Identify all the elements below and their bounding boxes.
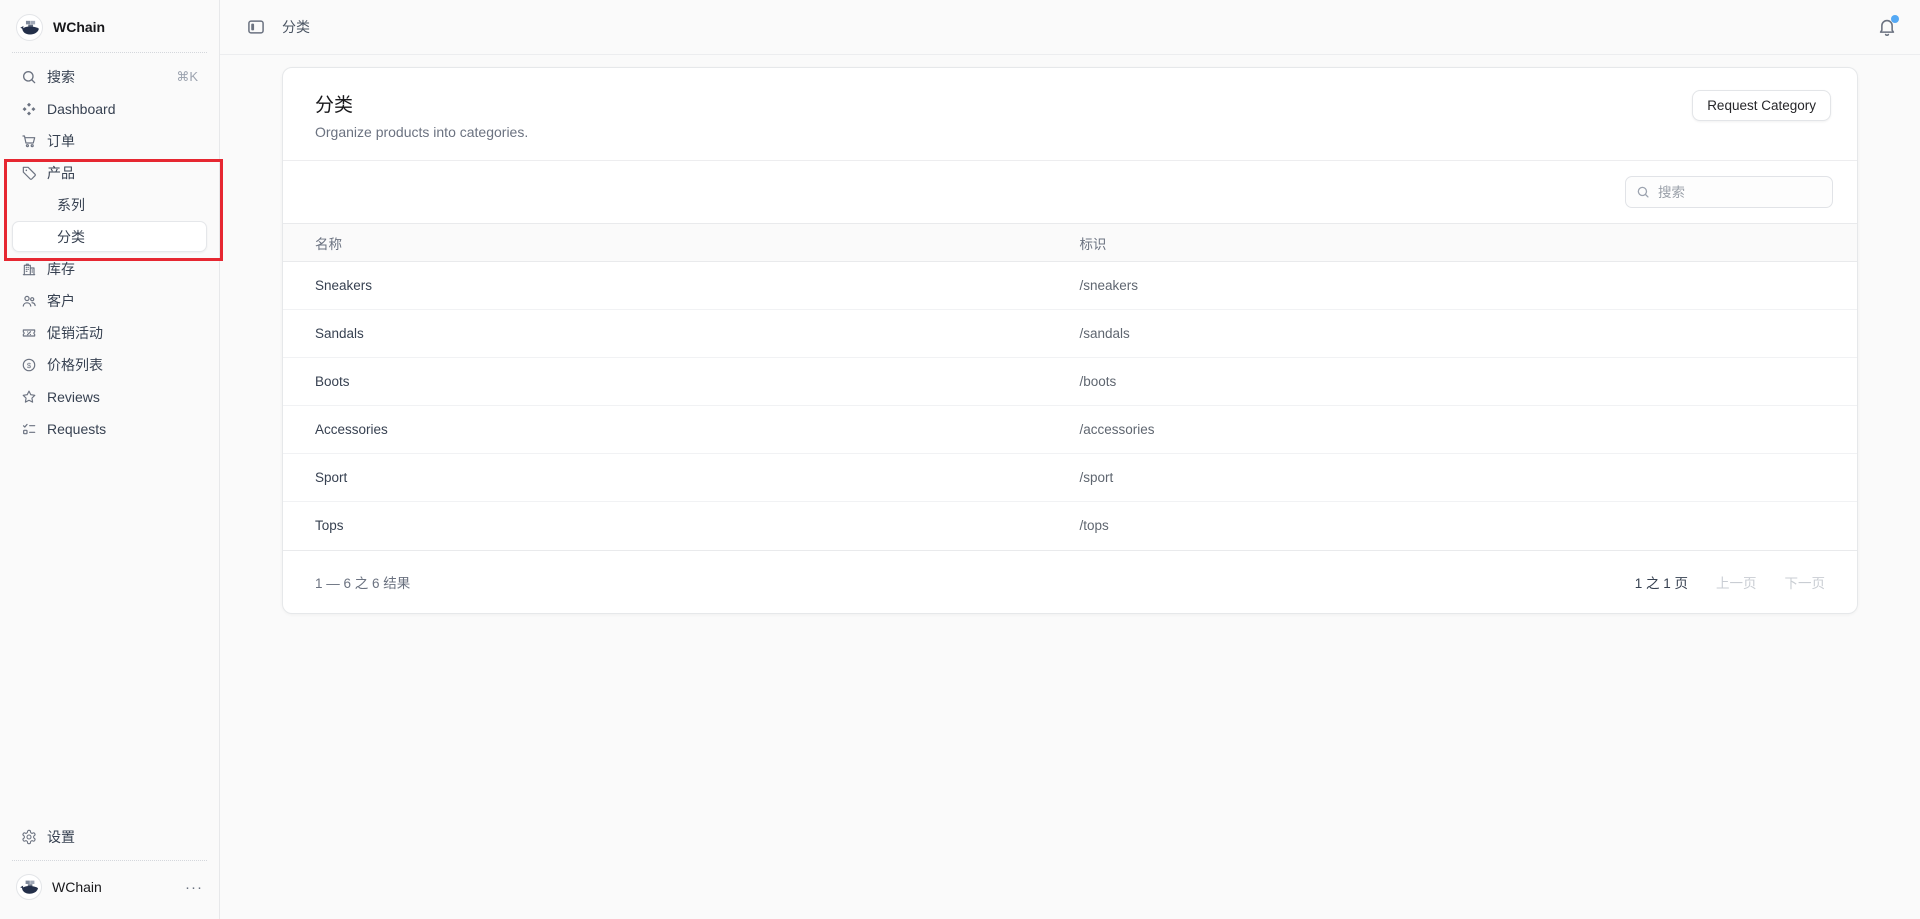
dollar-circle-icon: $	[21, 357, 37, 373]
sidebar-item-label: 产品	[47, 163, 75, 183]
sidebar-item-label: 订单	[47, 131, 75, 151]
divider	[12, 52, 207, 53]
sidebar-item-label: 库存	[47, 259, 75, 279]
table-search[interactable]	[1625, 176, 1833, 208]
whale-logo-icon	[16, 874, 42, 900]
table-row[interactable]: Sneakers /sneakers	[283, 262, 1857, 310]
sidebar-item-price-lists[interactable]: $ 价格列表	[12, 349, 207, 380]
sidebar-item-label: Requests	[47, 421, 106, 437]
workspace-switcher[interactable]: WChain	[12, 10, 207, 44]
table-row[interactable]: Sport /sport	[283, 454, 1857, 502]
table-toolbar	[283, 160, 1857, 223]
user-name: WChain	[52, 879, 102, 895]
column-header-handle: 标识	[1079, 224, 1857, 262]
notifications-bell-icon[interactable]	[1876, 16, 1898, 38]
sidebar-item-label: 设置	[47, 827, 75, 847]
star-icon	[21, 389, 37, 405]
card-header: 分类 Organize products into categories. Re…	[283, 68, 1857, 160]
sidebar-item-label: 价格列表	[47, 355, 103, 375]
sidebar-bottom: 设置 WChain ···	[12, 821, 207, 905]
sidebar-item-label: 客户	[47, 291, 75, 311]
main-area: 分类 分类 Organize products into categories.…	[220, 0, 1920, 919]
table-row[interactable]: Boots /boots	[283, 358, 1857, 406]
building-icon	[21, 261, 37, 277]
page-content: 分类 Organize products into categories. Re…	[220, 55, 1920, 626]
sidebar-item-products[interactable]: 产品	[12, 157, 207, 188]
table-footer: 1 — 6 之 6 结果 1 之 1 页 上一页 下一页	[283, 550, 1857, 613]
sidebar: WChain 搜索 ⌘K Dashboard 订单 产品	[0, 0, 220, 919]
user-menu[interactable]: WChain ···	[12, 869, 207, 905]
shortcut-badge: ⌘K	[176, 69, 198, 85]
cart-icon	[21, 133, 37, 149]
search-icon	[21, 69, 37, 85]
sidebar-item-label: 搜索	[47, 67, 75, 87]
sidebar-item-label: 分类	[57, 227, 85, 247]
categories-table: 名称 标识 Sneakers /sneakers Sandals /sandal…	[283, 223, 1857, 550]
ticket-icon	[21, 325, 37, 341]
next-page-button[interactable]: 下一页	[1785, 572, 1826, 592]
sidebar-item-orders[interactable]: 订单	[12, 125, 207, 156]
results-count: 1 — 6 之 6 结果	[315, 572, 410, 592]
workspace-name: WChain	[53, 19, 105, 35]
whale-logo-icon	[16, 14, 43, 41]
search-icon	[1636, 185, 1650, 199]
sidebar-toggle-icon[interactable]	[246, 17, 266, 37]
page-title: 分类	[315, 90, 528, 117]
categories-card: 分类 Organize products into categories. Re…	[282, 67, 1858, 614]
divider	[12, 860, 207, 861]
breadcrumb: 分类	[282, 17, 310, 37]
sidebar-item-categories[interactable]: 分类	[12, 221, 207, 252]
checklist-icon	[21, 421, 37, 437]
sidebar-item-promotions[interactable]: 促销活动	[12, 317, 207, 348]
prev-page-button[interactable]: 上一页	[1716, 572, 1757, 592]
column-header-name: 名称	[283, 224, 1079, 262]
table-header-row: 名称 标识	[283, 224, 1857, 262]
sidebar-item-dashboard[interactable]: Dashboard	[12, 93, 207, 124]
dashboard-icon	[21, 101, 37, 117]
sidebar-item-reviews[interactable]: Reviews	[12, 381, 207, 412]
page-subtitle: Organize products into categories.	[315, 124, 528, 140]
table-row[interactable]: Tops /tops	[283, 502, 1857, 550]
topbar: 分类	[220, 0, 1920, 55]
sidebar-item-label: 系列	[57, 195, 85, 215]
table-row[interactable]: Accessories /accessories	[283, 406, 1857, 454]
sidebar-item-label: 促销活动	[47, 323, 103, 343]
sidebar-item-label: Dashboard	[47, 101, 116, 117]
sidebar-item-customers[interactable]: 客户	[12, 285, 207, 316]
sidebar-item-settings[interactable]: 设置	[12, 821, 207, 852]
tag-icon	[21, 165, 37, 181]
table-row[interactable]: Sandals /sandals	[283, 310, 1857, 358]
sidebar-nav: 搜索 ⌘K Dashboard 订单 产品 系列 分类	[12, 61, 207, 444]
search-input[interactable]	[1658, 185, 1822, 200]
gear-icon	[21, 829, 37, 845]
request-category-button[interactable]: Request Category	[1692, 90, 1831, 121]
page-indicator: 1 之 1 页	[1635, 572, 1688, 592]
sidebar-item-inventory[interactable]: 库存	[12, 253, 207, 284]
svg-text:$: $	[27, 360, 32, 369]
sidebar-item-search[interactable]: 搜索 ⌘K	[12, 61, 207, 92]
sidebar-item-label: Reviews	[47, 389, 100, 405]
sidebar-item-collections[interactable]: 系列	[12, 189, 207, 220]
sidebar-item-requests[interactable]: Requests	[12, 413, 207, 444]
notification-dot	[1891, 15, 1899, 23]
ellipsis-menu-icon[interactable]: ···	[185, 879, 203, 896]
pagination: 1 之 1 页 上一页 下一页	[1635, 572, 1825, 592]
users-icon	[21, 293, 37, 309]
